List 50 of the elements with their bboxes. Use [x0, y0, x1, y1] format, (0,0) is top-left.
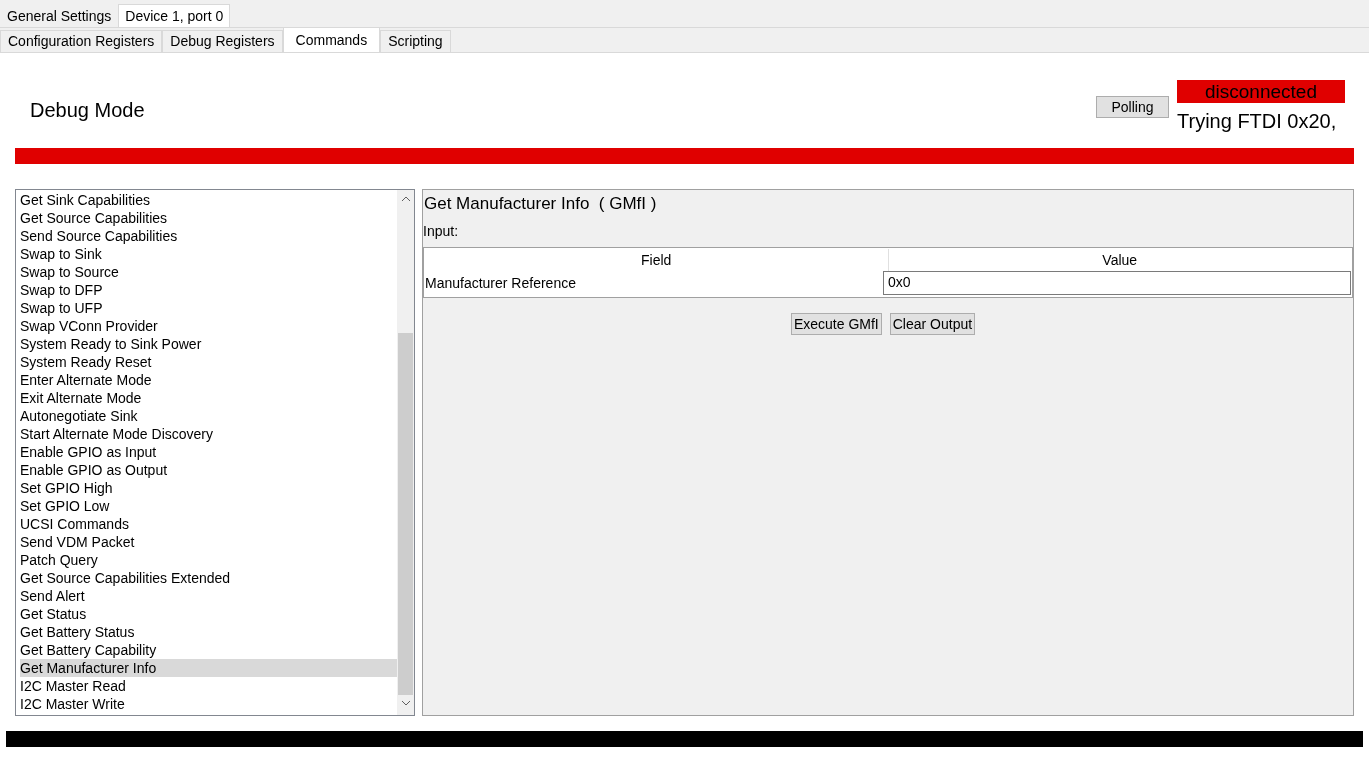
list-item[interactable]: Get Status	[20, 605, 397, 623]
list-item[interactable]: Send Alert	[20, 587, 397, 605]
list-item[interactable]: Get Source Capabilities Extended	[20, 569, 397, 587]
list-item[interactable]: Swap VConn Provider	[20, 317, 397, 335]
list-item[interactable]: Get Sink Capabilities	[20, 191, 397, 209]
list-item[interactable]: Get Battery Capability	[20, 641, 397, 659]
list-item[interactable]: Send VDM Packet	[20, 533, 397, 551]
scrollbar[interactable]	[397, 190, 414, 715]
action-button[interactable]: Clear Output	[889, 312, 976, 335]
tab[interactable]: Scripting	[380, 30, 451, 52]
list-item[interactable]: Swap to DFP	[20, 281, 397, 299]
list-item[interactable]: Get Battery Status	[20, 623, 397, 641]
list-item[interactable]: Enable GPIO as Output	[20, 461, 397, 479]
polling-button[interactable]: Polling	[1096, 96, 1169, 118]
list-item[interactable]: Set GPIO High	[20, 479, 397, 497]
command-title: Get Manufacturer Info ( GMfI )	[423, 193, 658, 215]
list-item[interactable]: I2C Master Write	[20, 695, 397, 713]
list-item[interactable]: Get Manufacturer Info	[20, 659, 397, 677]
input-label: Input:	[423, 221, 460, 241]
tab[interactable]: Commands	[282, 27, 381, 52]
list-item[interactable]: UCSI Commands	[20, 515, 397, 533]
list-item[interactable]: Autonegotiate Sink	[20, 407, 397, 425]
list-item[interactable]: Get Source Capabilities	[20, 209, 397, 227]
list-item[interactable]: System Ready Reset	[20, 353, 397, 371]
list-item[interactable]: Swap to Sink	[20, 245, 397, 263]
list-item[interactable]: Send Source Capabilities	[20, 227, 397, 245]
list-item[interactable]: Start Alternate Mode Discovery	[20, 425, 397, 443]
list-item[interactable]: I2C Master Read	[20, 677, 397, 695]
table-cell-text: Manufacturer Reference	[425, 273, 577, 293]
list-item[interactable]: Exit Alternate Mode	[20, 389, 397, 407]
action-button[interactable]: Execute GMfI	[790, 312, 882, 335]
page-title: Debug Mode	[30, 98, 146, 123]
list-item[interactable]: Enable GPIO as Input	[20, 443, 397, 461]
column-header: Value	[887, 248, 1351, 271]
tab[interactable]: Debug Registers	[162, 30, 283, 52]
status-message: Trying FTDI 0x20,	[1177, 109, 1338, 134]
tab[interactable]: Configuration Registers	[0, 30, 163, 52]
scroll-up-icon[interactable]	[401, 196, 410, 201]
list-item[interactable]: Swap to Source	[20, 263, 397, 281]
list-item[interactable]: Swap to UFP	[20, 299, 397, 317]
scroll-thumb[interactable]	[398, 333, 413, 695]
tab[interactable]: Device 1, port 0	[118, 4, 231, 27]
list-item[interactable]: Set GPIO Low	[20, 497, 397, 515]
list-item[interactable]: System Ready to Sink Power	[20, 335, 397, 353]
value-field[interactable]: 0x0	[883, 270, 1351, 295]
scroll-down-icon[interactable]	[401, 701, 410, 706]
column-header: Field	[640, 250, 673, 270]
list-item[interactable]: Enter Alternate Mode	[20, 371, 397, 389]
list-item[interactable]: Patch Query	[20, 551, 397, 569]
connection-status: disconnected	[1177, 80, 1345, 103]
